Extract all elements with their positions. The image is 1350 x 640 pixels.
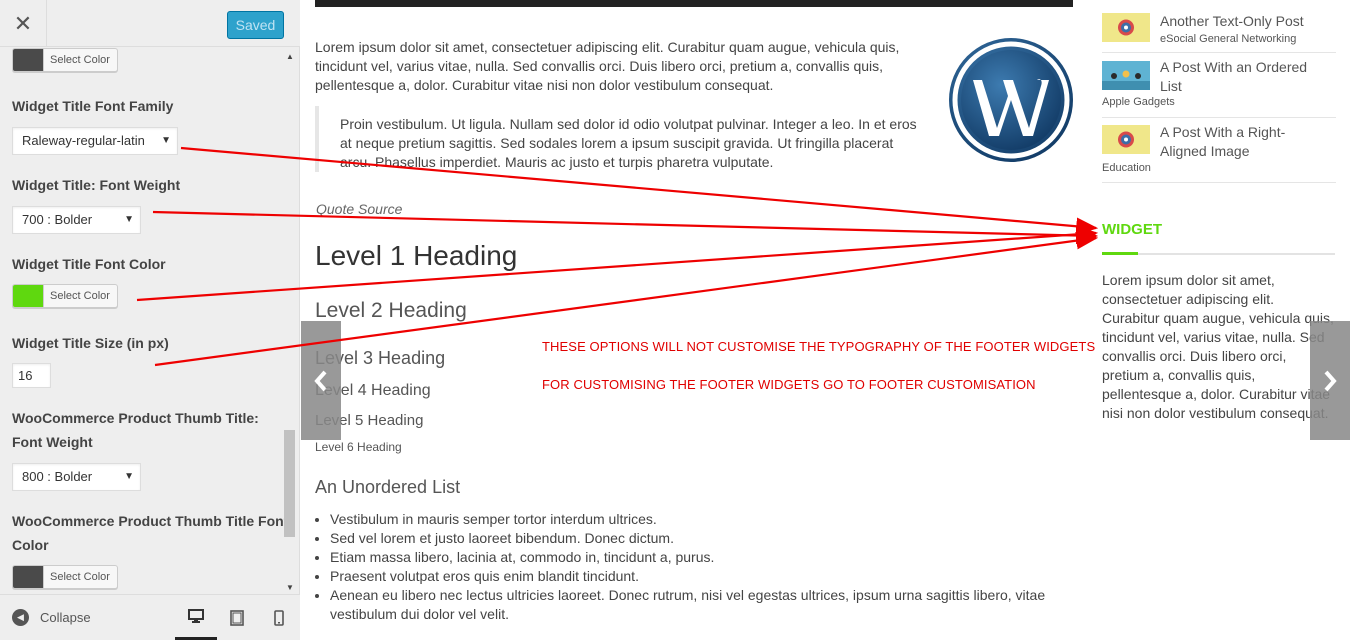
font-color-picker-button[interactable]: Select Color	[12, 284, 118, 308]
quote-text: Proin vestibulum. Ut ligula. Nullam sed …	[340, 116, 917, 170]
quote-source: Quote Source	[316, 201, 403, 217]
font-weight-label: Widget Title: Font Weight	[12, 177, 181, 193]
woo-color-label: WooCommerce Product Thumb Title Font	[12, 513, 289, 529]
title-size-input[interactable]: 16	[12, 363, 51, 388]
list-item: Etiam massa libero, lacinia at, commodo …	[330, 548, 1060, 567]
collapse-arrow-icon: ◀	[12, 609, 29, 626]
list-item: Aenean eu libero nec lectus ultricies la…	[330, 586, 1060, 624]
preview-tablet-button[interactable]	[216, 595, 258, 640]
font-family-label: Widget Title Font Family	[12, 98, 174, 114]
preview-desktop-button[interactable]	[175, 595, 217, 640]
font-color-label: Widget Title Font Color	[12, 256, 166, 272]
previous-section-button[interactable]	[301, 321, 341, 440]
post-category[interactable]: Education	[1102, 162, 1151, 174]
scroll-down-icon[interactable]: ▼	[286, 583, 294, 592]
caret-down-icon: ▼	[161, 135, 171, 146]
heading-level-6: Level 6 Heading	[315, 440, 402, 454]
list-item: Vestibulum in mauris semper tortor inter…	[330, 510, 1060, 529]
font-weight-value: 700 : Bolder	[22, 212, 93, 227]
chevron-left-icon	[314, 370, 327, 391]
footer-customisation-notice: FOR CUSTOMISING THE FOOTER WIDGETS GO TO…	[542, 377, 1036, 392]
title-size-label: Widget Title Size (in px)	[12, 335, 169, 351]
saved-button[interactable]: Saved	[227, 11, 284, 39]
next-section-button[interactable]	[1310, 321, 1350, 440]
woo-weight-value: 800 : Bolder	[22, 469, 93, 484]
collapse-button[interactable]: ◀ Collapse	[12, 609, 91, 626]
post-category[interactable]: Apple Gadgets	[1102, 96, 1175, 108]
post-title-link[interactable]: A Post With a Right-Aligned Image	[1160, 123, 1330, 161]
unordered-list-title: An Unordered List	[315, 477, 461, 497]
color-swatch	[13, 566, 44, 588]
footer-widgets-notice: THESE OPTIONS WILL NOT CUSTOMISE THE TYP…	[542, 339, 1096, 354]
widget-text: Lorem ipsum dolor sit amet, consectetuer…	[1102, 272, 1334, 421]
widget-title: WIDGET	[1102, 221, 1162, 238]
wordpress-logo-image	[949, 38, 1073, 162]
sidebar-scrollbar[interactable]: ▲ ▼	[284, 48, 298, 594]
color-swatch	[13, 285, 44, 307]
close-customizer-button[interactable]: ✕	[0, 0, 47, 47]
customizer-footer: ◀ Collapse	[0, 594, 300, 640]
recent-post-item[interactable]: A Post With an Ordered List Apple Gadget…	[1102, 53, 1336, 118]
post-thumbnail-image	[1102, 13, 1150, 42]
recent-post-item[interactable]: A Post With a Right-Aligned Image Educat…	[1102, 118, 1336, 183]
post-thumbnail-image	[1102, 61, 1150, 90]
list-item: Praesent volutpat eros quis enim blandit…	[330, 567, 1060, 586]
content-top-bar	[315, 0, 1073, 7]
select-color-label: Select Color	[50, 54, 110, 66]
post-thumbnail-image	[1102, 125, 1150, 154]
color-picker-button[interactable]: Select Color	[12, 48, 118, 72]
customizer-header: ✕ Saved	[0, 0, 300, 47]
post-title-link[interactable]: A Post With an Ordered List	[1160, 58, 1330, 96]
mobile-icon	[274, 610, 284, 626]
color-swatch	[13, 49, 44, 71]
site-preview: Lorem ipsum dolor sit amet, consectetuer…	[301, 0, 1350, 640]
font-family-select[interactable]: Raleway-regular-latin ▼	[12, 127, 178, 155]
caret-down-icon: ▼	[124, 471, 134, 482]
post-title-link[interactable]: Another Text-Only Post	[1160, 12, 1330, 31]
font-weight-select[interactable]: 700 : Bolder ▼	[12, 206, 141, 234]
list-item: Sed vel lorem et justo laoreet bibendum.…	[330, 529, 1060, 548]
heading-level-2: Level 2 Heading	[315, 299, 467, 322]
recent-post-item[interactable]: Another Text-Only Post eSocial General N…	[1102, 6, 1336, 53]
post-category[interactable]: eSocial General Networking	[1160, 33, 1296, 45]
heading-level-1: Level 1 Heading	[315, 240, 518, 271]
chevron-right-icon	[1324, 370, 1337, 391]
widget-title-accent	[1102, 252, 1138, 255]
preview-mobile-button[interactable]	[258, 595, 300, 640]
unordered-list: Vestibulum in mauris semper tortor inter…	[330, 510, 1060, 624]
controls-panel: Select Color Widget Title Font Family Ra…	[0, 48, 300, 594]
caret-down-icon: ▼	[124, 214, 134, 225]
select-color-label: Select Color	[50, 290, 110, 302]
font-family-value: Raleway-regular-latin	[22, 133, 145, 148]
woo-color-picker-button[interactable]: Select Color	[12, 565, 118, 589]
scrollbar-thumb[interactable]	[284, 430, 295, 537]
woo-weight-label-2: Font Weight	[12, 434, 93, 450]
collapse-label: Collapse	[40, 610, 91, 625]
intro-paragraph: Lorem ipsum dolor sit amet, consectetuer…	[315, 39, 900, 93]
customizer-sidebar: ✕ Saved Select Color Widget Title Font F…	[0, 0, 300, 640]
select-color-label: Select Color	[50, 571, 110, 583]
tablet-icon	[230, 610, 244, 626]
woo-weight-select[interactable]: 800 : Bolder ▼	[12, 463, 141, 491]
desktop-icon	[188, 609, 204, 623]
blockquote: Proin vestibulum. Ut ligula. Nullam sed …	[315, 106, 920, 172]
woo-weight-label: WooCommerce Product Thumb Title:	[12, 410, 259, 426]
woo-color-label-2: Color	[12, 537, 49, 553]
scroll-up-icon[interactable]: ▲	[286, 52, 294, 61]
